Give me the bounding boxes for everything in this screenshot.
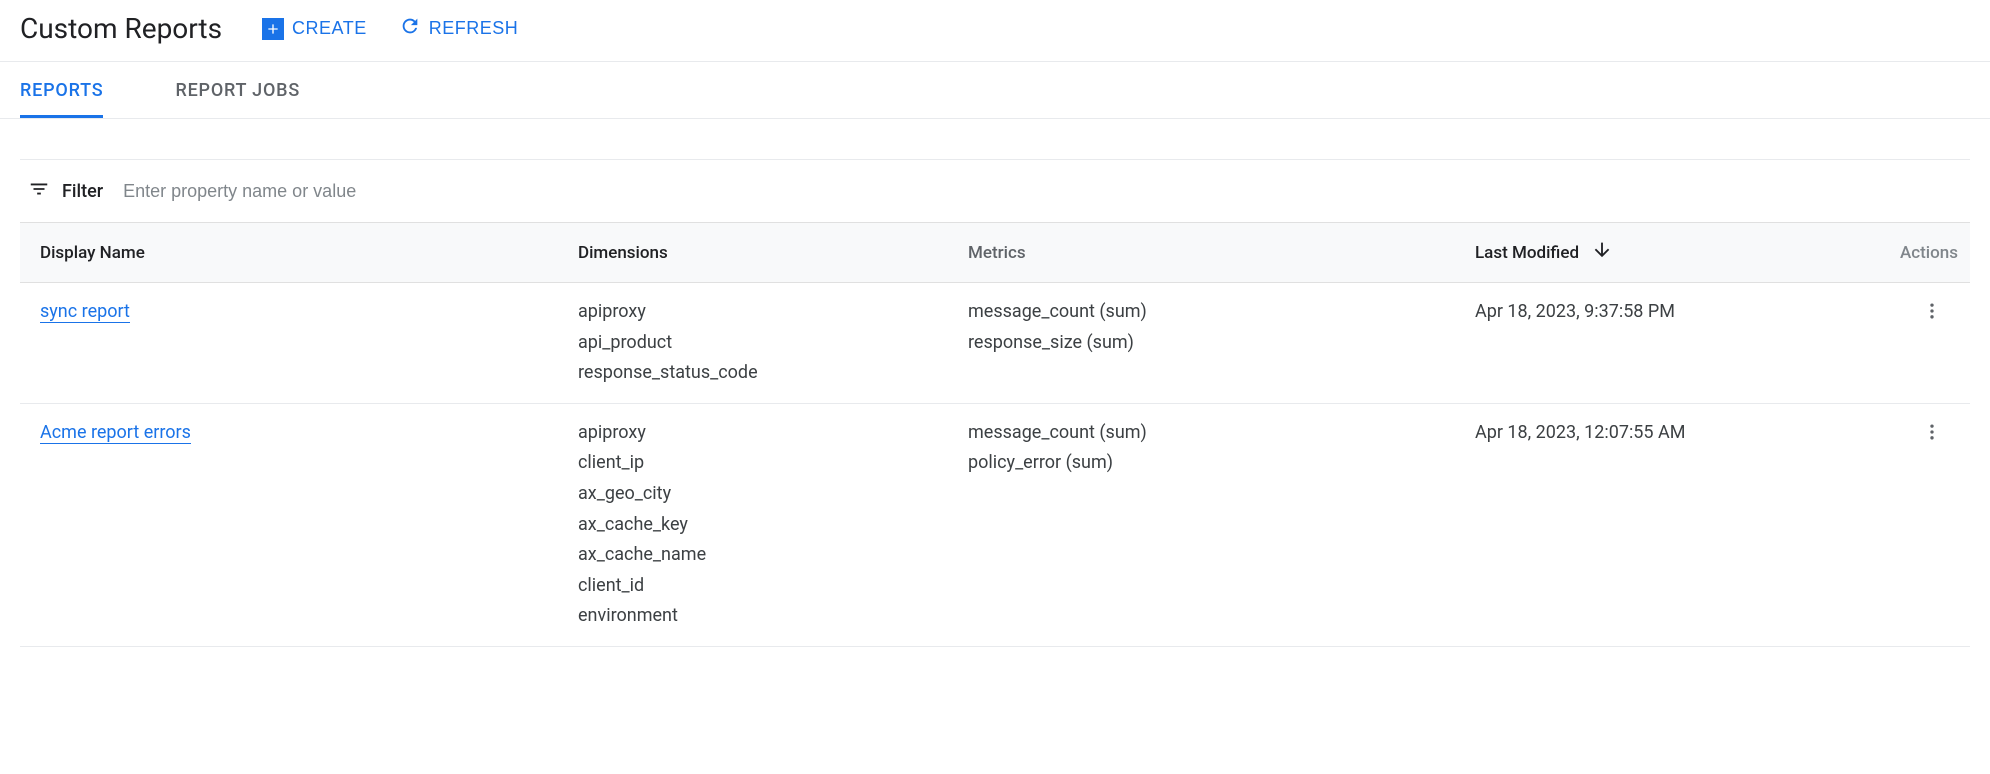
dimension-item: client_id (578, 571, 944, 602)
dimension-item: ax_geo_city (578, 479, 944, 510)
dimension-item: environment (578, 601, 944, 632)
page-header: Custom Reports CREATE REFRESH (0, 0, 1990, 62)
dimensions-cell: apiproxyclient_ipax_geo_cityax_cache_key… (566, 403, 956, 646)
filter-label: Filter (62, 181, 103, 202)
more-actions-icon[interactable] (1918, 297, 1946, 325)
refresh-icon (399, 15, 421, 42)
metric-item: policy_error (sum) (968, 448, 1451, 479)
reports-table: Display Name Dimensions Metrics Last Mod… (20, 222, 1970, 647)
create-label: CREATE (292, 18, 367, 39)
last-modified-label: Last Modified (1475, 243, 1579, 263)
col-dimensions[interactable]: Dimensions (566, 223, 956, 283)
metrics-cell: message_count (sum)policy_error (sum) (956, 403, 1463, 646)
report-name-link[interactable]: sync report (40, 301, 130, 323)
filter-bar: Filter (20, 159, 1970, 222)
tab-report-jobs[interactable]: REPORT JOBS (175, 62, 300, 118)
col-last-modified[interactable]: Last Modified (1463, 223, 1814, 283)
table-header-row: Display Name Dimensions Metrics Last Mod… (20, 223, 1970, 283)
dimension-item: apiproxy (578, 418, 944, 449)
metric-item: message_count (sum) (968, 297, 1451, 328)
more-actions-icon[interactable] (1918, 418, 1946, 446)
dimension-item: response_status_code (578, 358, 944, 389)
tab-reports[interactable]: REPORTS (20, 62, 103, 118)
dimension-item: ax_cache_name (578, 540, 944, 571)
dimensions-cell: apiproxyapi_productresponse_status_code (566, 283, 956, 404)
dimension-item: client_ip (578, 448, 944, 479)
last-modified-cell: Apr 18, 2023, 12:07:55 AM (1463, 403, 1814, 646)
col-actions: Actions (1814, 223, 1970, 283)
arrow-down-icon (1591, 239, 1613, 266)
header-actions: CREATE REFRESH (262, 15, 518, 42)
dimension-item: apiproxy (578, 297, 944, 328)
filter-icon (28, 178, 50, 204)
page-title: Custom Reports (20, 12, 222, 45)
metric-item: response_size (sum) (968, 328, 1451, 359)
filter-input[interactable] (123, 181, 1962, 202)
tab-bar: REPORTS REPORT JOBS (0, 62, 1990, 119)
plus-icon (262, 18, 284, 40)
dimension-item: ax_cache_key (578, 510, 944, 541)
last-modified-cell: Apr 18, 2023, 9:37:58 PM (1463, 283, 1814, 404)
col-display-name[interactable]: Display Name (20, 223, 566, 283)
table-row: Acme report errors apiproxyclient_ipax_ge… (20, 403, 1970, 646)
refresh-button[interactable]: REFRESH (399, 15, 519, 42)
report-name-link[interactable]: Acme report errors (40, 422, 191, 444)
refresh-label: REFRESH (429, 18, 519, 39)
metric-item: message_count (sum) (968, 418, 1451, 449)
table-row: sync reportapiproxyapi_productresponse_s… (20, 283, 1970, 404)
dimension-item: api_product (578, 328, 944, 359)
create-button[interactable]: CREATE (262, 18, 367, 40)
col-metrics[interactable]: Metrics (956, 223, 1463, 283)
metrics-cell: message_count (sum)response_size (sum) (956, 283, 1463, 404)
